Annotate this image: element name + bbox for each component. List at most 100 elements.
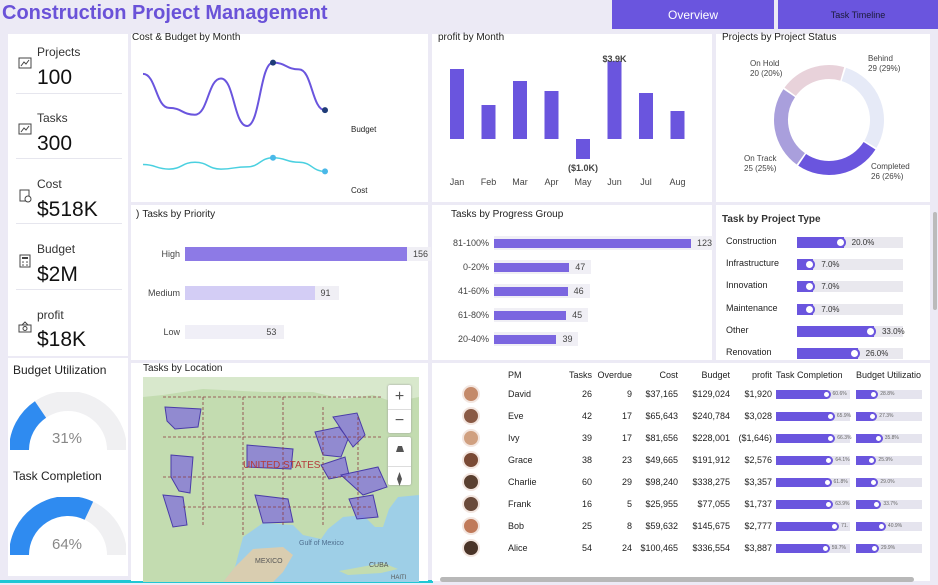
progress-value: 45 xyxy=(572,310,583,320)
project-type-value: 7.0% xyxy=(821,282,840,292)
col-budget-utilization[interactable]: Budget Utilizatio xyxy=(854,366,929,383)
horizontal-scrollbar[interactable] xyxy=(440,577,914,582)
slider-knob[interactable] xyxy=(848,348,860,359)
gauge-fill xyxy=(10,401,47,451)
task-completion-cell: 64.1% xyxy=(774,449,854,471)
col-budget[interactable]: Budget xyxy=(680,366,732,383)
avatar xyxy=(462,385,480,403)
progress-bar[interactable] xyxy=(494,263,570,272)
priority-bar[interactable] xyxy=(185,247,407,261)
scrollbar[interactable] xyxy=(933,212,937,310)
overdue-cell: 9 xyxy=(626,389,632,399)
col-task-completion[interactable]: Task Completion xyxy=(774,366,854,383)
cost-cell: $100,465 xyxy=(640,543,678,553)
progress-bar[interactable] xyxy=(494,239,691,248)
progress-label: 28.8% xyxy=(880,390,895,397)
avatar-cell xyxy=(436,515,506,537)
divider xyxy=(16,158,122,159)
zoom-out-button[interactable]: − xyxy=(388,409,411,433)
task-completion-cell: 63.9% xyxy=(774,493,854,515)
progress-label: 41-60% xyxy=(457,286,489,296)
progress-bar[interactable] xyxy=(494,335,557,344)
divider xyxy=(16,223,122,224)
progress-label: 61-80% xyxy=(457,310,489,320)
pm-name: Alice xyxy=(508,543,528,553)
progress-label: 64.1% xyxy=(835,456,850,463)
tab-task-timeline-label: Task Timeline xyxy=(830,9,886,20)
progress-label: 25.9% xyxy=(878,456,893,463)
slice-on-track xyxy=(774,89,806,165)
overdue-cell: 17 xyxy=(621,411,632,421)
page-title: Construction Project Management xyxy=(2,2,328,24)
avatar xyxy=(462,539,480,557)
progress-label: 33.7% xyxy=(883,500,898,507)
pm-name: Frank xyxy=(508,499,532,509)
budget-utilization-cell: 33.7% xyxy=(854,493,929,515)
overdue-cell: 8 xyxy=(626,521,632,531)
budget-utilization-cell: 35.8% xyxy=(854,427,929,449)
task-completion-bar: 71. xyxy=(776,521,850,531)
profit-cell: $1,737 xyxy=(744,499,772,509)
tab-overview[interactable]: Overview xyxy=(612,0,774,29)
table-row[interactable]: Bob 25 8 $59,632 $145,675 $2,777 71. 40.9% xyxy=(436,515,929,537)
profit-cell: $3,887 xyxy=(744,543,772,553)
overdue-cell: 29 xyxy=(621,477,632,487)
progress-knob xyxy=(820,543,830,553)
cost-cell: $65,643 xyxy=(645,411,678,421)
project-type-value: 20.0% xyxy=(851,238,875,247)
us-map[interactable]: UNITED STATES Gulf of Mexico MEXICO CUBA… xyxy=(143,377,419,582)
col-pm[interactable]: PM xyxy=(506,366,556,383)
budget-utilization-cell: 29.9% xyxy=(854,537,929,559)
compass-icon[interactable] xyxy=(388,466,411,490)
profit-cell: $2,777 xyxy=(744,521,772,531)
budget-utilization-cell: 27.3% xyxy=(854,405,929,427)
table-row[interactable]: Eve 42 17 $65,643 $240,784 $3,028 65.9% 27.3% xyxy=(436,405,929,427)
task-completion-cell: 71. xyxy=(774,515,854,537)
project-type-bar[interactable] xyxy=(797,325,874,337)
priority-bar[interactable] xyxy=(185,286,315,300)
project-type-value: 7.0% xyxy=(821,260,840,270)
table-row[interactable]: Frank 16 5 $25,955 $77,055 $1,737 63.9% 33.7% xyxy=(436,493,929,515)
priority-bar[interactable] xyxy=(185,325,261,339)
progress-group-title: Tasks by Progress Group xyxy=(451,209,564,220)
progress-bar[interactable] xyxy=(494,287,568,296)
progress-value: 39 xyxy=(562,334,573,344)
cost-line xyxy=(142,156,326,173)
project-type-label: Maintenance xyxy=(726,302,778,313)
table-row[interactable]: Charlie 60 29 $98,240 $338,275 $3,357 61.8% 29.… xyxy=(436,471,929,493)
table-row[interactable]: Alice 54 24 $100,465 $336,554 $3,887 59.7% 29.9… xyxy=(436,537,929,559)
slider-knob[interactable] xyxy=(834,237,846,248)
progress-fill xyxy=(776,455,830,465)
progress-bar[interactable] xyxy=(494,311,567,320)
budget-utilization-cell: 40.9% xyxy=(854,515,929,537)
budget-line xyxy=(142,61,326,128)
on-hold-value: 20 (20%) xyxy=(750,69,783,78)
col-profit[interactable]: profit xyxy=(732,366,774,383)
cost-budget-title: Cost & Budget by Month xyxy=(132,32,241,43)
slider-knob[interactable] xyxy=(804,303,816,315)
kpi-projects-value: 100 xyxy=(37,66,73,89)
table-row[interactable]: Ivy 39 17 $81,656 $228,001 ($1,646) 66.3% 35.8% xyxy=(436,427,929,449)
col-cost[interactable]: Cost xyxy=(634,366,680,383)
project-type-value: 33.0% xyxy=(881,326,905,336)
col-overdue[interactable]: Overdue xyxy=(594,366,634,383)
progress-label: 29.9% xyxy=(880,544,896,551)
table-row[interactable]: David 26 9 $37,165 $129,024 $1,920 60.6% 28.8% xyxy=(436,383,929,405)
progress-knob xyxy=(826,433,836,443)
profit-cell: ($1,646) xyxy=(738,433,772,443)
tab-task-timeline[interactable]: Task Timeline xyxy=(778,0,938,29)
pm-name: Grace xyxy=(508,455,533,465)
slider-knob[interactable] xyxy=(864,325,876,337)
kpi-tasks-label: Tasks xyxy=(37,111,68,125)
map-label-mexico: MEXICO xyxy=(255,558,283,565)
priority-title: ) Tasks by Priority xyxy=(136,209,216,220)
coin-icon xyxy=(19,189,32,203)
tilt-icon[interactable] xyxy=(388,437,411,461)
map-label-gulf: Gulf of Mexico xyxy=(299,540,344,547)
progress-label: 29.0% xyxy=(880,478,895,485)
col-tasks[interactable]: Tasks xyxy=(556,366,594,383)
profit-cell: $1,920 xyxy=(744,389,772,399)
table-row[interactable]: Grace 38 23 $49,665 $191,912 $2,576 64.1% 25.9% xyxy=(436,449,929,471)
budget-utilization-bar: 29.0% xyxy=(856,477,922,487)
zoom-in-button[interactable]: + xyxy=(388,385,411,409)
